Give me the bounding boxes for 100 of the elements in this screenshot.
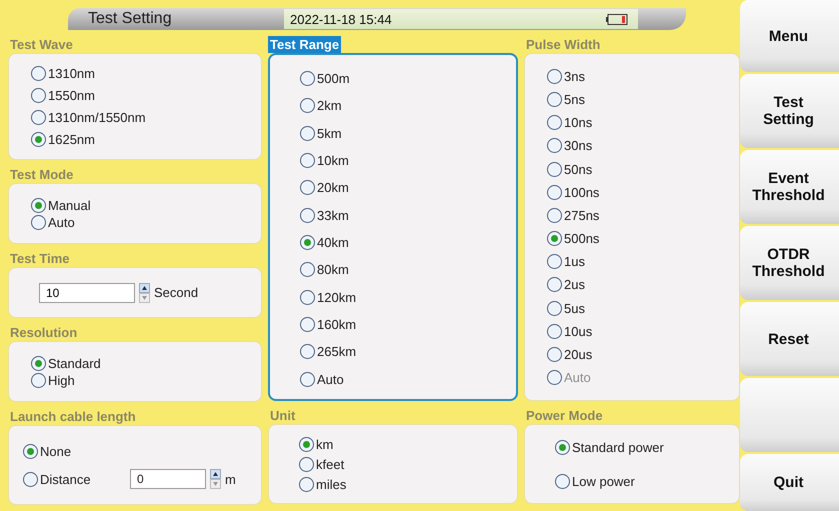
radio-button[interactable] xyxy=(300,208,315,223)
radio-button[interactable] xyxy=(547,347,562,362)
option-label: 500m xyxy=(317,71,350,86)
radio-button[interactable] xyxy=(555,474,570,488)
option-label: Distance xyxy=(40,472,92,486)
radio-button[interactable] xyxy=(547,115,562,130)
option-label: km xyxy=(316,436,334,452)
radio-button[interactable] xyxy=(300,126,315,141)
radio-button[interactable] xyxy=(31,356,46,370)
option-label: 160km xyxy=(317,317,356,332)
option-label: 120km xyxy=(317,290,356,305)
radio-button[interactable] xyxy=(547,138,562,154)
option-label: 1625nm xyxy=(48,132,95,147)
option-label: 2us xyxy=(564,277,585,292)
option-label: 40km xyxy=(317,235,349,250)
option-label: 20km xyxy=(317,180,349,196)
option-label: Standard xyxy=(48,356,101,370)
radio-button[interactable] xyxy=(300,344,315,360)
page-title: Test Setting xyxy=(88,10,173,28)
radio-button[interactable] xyxy=(547,254,562,270)
radio-button[interactable] xyxy=(300,71,315,86)
option-label: 265km xyxy=(317,344,356,360)
radio-button[interactable] xyxy=(547,68,562,84)
radio-button[interactable] xyxy=(300,372,315,387)
option-label: 275ns xyxy=(564,208,600,223)
radio-button[interactable] xyxy=(299,436,314,452)
option-label: 1us xyxy=(564,254,585,270)
option-label: 80km xyxy=(317,262,349,278)
radio-button[interactable] xyxy=(31,88,46,103)
radio-button[interactable] xyxy=(547,92,562,107)
option-label: Auto xyxy=(564,370,591,386)
option-label: 3ns xyxy=(564,68,585,84)
radio-button[interactable] xyxy=(299,456,314,472)
option-label: Standard power xyxy=(572,440,664,454)
option-label: 30ns xyxy=(564,138,592,154)
option-label: None xyxy=(40,444,72,458)
radio-button[interactable] xyxy=(31,132,46,147)
radio-button[interactable] xyxy=(547,277,562,292)
unit-label: Second xyxy=(154,285,198,300)
radio-button[interactable] xyxy=(300,235,315,250)
section-title: Test Time xyxy=(9,250,70,267)
section-title: Test Wave xyxy=(9,36,74,53)
battery-icon xyxy=(606,14,628,24)
radio-button[interactable] xyxy=(300,153,315,168)
radio-button[interactable] xyxy=(547,300,562,316)
section-title: Resolution xyxy=(9,324,78,341)
option-label: 10ns xyxy=(564,115,592,130)
option-label: 2km xyxy=(317,98,342,114)
radio-button[interactable] xyxy=(31,372,46,388)
option-label: miles xyxy=(316,476,346,492)
radio-button[interactable] xyxy=(300,290,315,305)
spinner-icon[interactable] xyxy=(210,469,221,489)
option-label: 5us xyxy=(564,300,585,316)
option-label: 20us xyxy=(564,347,592,362)
option-label: 500ns xyxy=(564,231,600,246)
radio-button[interactable] xyxy=(300,180,315,196)
number-field[interactable]: 10 xyxy=(39,282,135,302)
option-label: 1550nm xyxy=(48,88,95,103)
radio-button[interactable] xyxy=(547,208,562,223)
section-title: Unit xyxy=(269,407,296,424)
radio-button[interactable] xyxy=(299,476,314,492)
radio-button[interactable] xyxy=(31,198,46,212)
unit-label: m xyxy=(225,472,236,486)
radio-button[interactable] xyxy=(23,472,38,486)
date-time: 2022-11-18 15:44 xyxy=(290,12,392,26)
radio-button[interactable] xyxy=(547,162,562,177)
option-label: 1310nm/1550nm xyxy=(48,110,146,125)
section-title: Launch cable length xyxy=(9,408,137,425)
section-title[interactable]: Test Range xyxy=(268,36,342,53)
radio-button[interactable] xyxy=(547,324,562,339)
radio-button[interactable] xyxy=(547,231,562,246)
option-label: 100ns xyxy=(564,184,600,200)
radio-button[interactable] xyxy=(300,262,315,278)
option-label: 5km xyxy=(317,126,342,141)
option-label: Manual xyxy=(48,198,91,212)
radio-button[interactable] xyxy=(300,317,315,332)
spinner-icon[interactable] xyxy=(139,282,150,302)
radio-button[interactable] xyxy=(31,110,46,125)
option-label: 10km xyxy=(317,153,349,168)
option-label: 1310nm xyxy=(48,66,95,81)
radio-button[interactable] xyxy=(31,66,46,81)
radio-button[interactable] xyxy=(547,184,562,200)
number-field[interactable]: 0 xyxy=(130,469,206,489)
section-title: Test Mode xyxy=(9,166,74,183)
option-label: High xyxy=(48,372,75,388)
menu-button[interactable]: OTDR Threshold xyxy=(740,226,839,300)
menu-button[interactable]: Quit xyxy=(740,454,839,511)
option-label: kfeet xyxy=(316,456,344,472)
menu-button[interactable]: Test Setting xyxy=(740,74,839,148)
option-label: 10us xyxy=(564,324,592,339)
radio-button[interactable] xyxy=(300,98,315,114)
menu-button[interactable]: Reset xyxy=(740,302,839,376)
radio-button[interactable] xyxy=(31,214,46,230)
menu-button[interactable]: Menu xyxy=(740,0,839,72)
option-label: 5ns xyxy=(564,92,585,107)
option-label: Auto xyxy=(48,214,75,230)
radio-button[interactable] xyxy=(23,444,38,458)
radio-button[interactable] xyxy=(555,440,570,454)
menu-button[interactable]: Event Threshold xyxy=(740,150,839,224)
section-title: Power Mode xyxy=(525,407,604,424)
